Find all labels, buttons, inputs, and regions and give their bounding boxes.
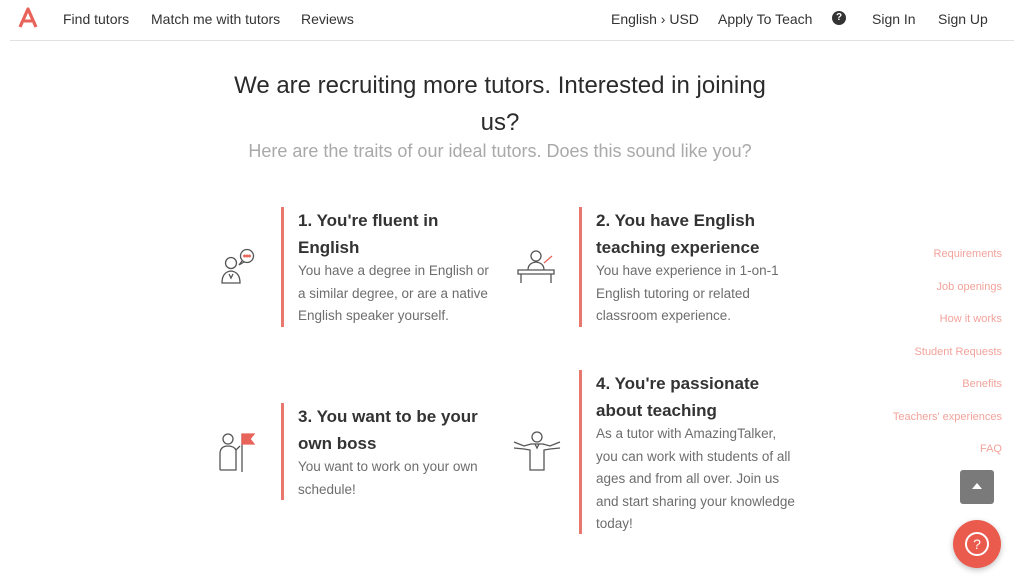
page-subtitle: Here are the traits of our ideal tutors.… bbox=[248, 141, 752, 161]
sign-up-link[interactable]: Sign Up bbox=[938, 11, 988, 27]
nav-find-tutors[interactable]: Find tutors bbox=[63, 11, 129, 27]
trait-accent-bar bbox=[579, 207, 582, 327]
trait-description: You want to work on your own schedule! bbox=[298, 459, 478, 497]
page-title-text: We are recruiting more tutors. Intereste… bbox=[234, 72, 766, 136]
teacher-desk-icon bbox=[517, 250, 555, 283]
side-nav-job-openings[interactable]: Job openings bbox=[937, 281, 1002, 293]
side-nav-benefits[interactable]: Benefits bbox=[962, 378, 1002, 390]
open-arms-person-icon bbox=[513, 431, 561, 471]
trait-accent-bar bbox=[281, 207, 284, 327]
trait-accent-bar bbox=[281, 403, 284, 500]
trait-card-3: 3. You want to be your own boss You want… bbox=[281, 403, 501, 500]
trait-description: You have experience in 1-on-1 English tu… bbox=[596, 263, 779, 323]
trait-card-4: 4. You're passionate about teaching As a… bbox=[579, 370, 809, 534]
trait-description: You have a degree in English or a simila… bbox=[298, 263, 489, 323]
speech-person-icon bbox=[221, 248, 255, 284]
trait-title: 2. You have English teaching experience bbox=[596, 211, 760, 257]
trait-title: 3. You want to be your own boss bbox=[298, 407, 478, 453]
page-title: We are recruiting more tutors. Intereste… bbox=[0, 67, 1000, 141]
side-nav-requirements[interactable]: Requirements bbox=[934, 248, 1002, 260]
top-nav: Find tutors Match me with tutors Reviews… bbox=[10, 0, 1014, 41]
nav-reviews[interactable]: Reviews bbox=[301, 11, 354, 27]
sign-in-link[interactable]: Sign In bbox=[872, 11, 916, 27]
side-nav-faq[interactable]: FAQ bbox=[980, 443, 1002, 455]
question-icon: ? bbox=[965, 532, 989, 556]
nav-match-me[interactable]: Match me with tutors bbox=[151, 11, 280, 27]
side-nav-student-requests[interactable]: Student Requests bbox=[915, 346, 1002, 358]
apply-to-teach-link[interactable]: Apply To Teach bbox=[718, 11, 812, 27]
side-nav-how-it-works[interactable]: How it works bbox=[940, 313, 1002, 325]
trait-description: As a tutor with AmazingTalker, you can w… bbox=[596, 426, 795, 531]
trait-title: 4. You're passionate about teaching bbox=[596, 374, 760, 420]
flag-person-icon bbox=[219, 433, 256, 472]
help-chat-button[interactable]: ? bbox=[953, 520, 1001, 568]
trait-card-2: 2. You have English teaching experience … bbox=[579, 207, 809, 327]
scroll-to-top-button[interactable] bbox=[960, 470, 994, 504]
trait-accent-bar bbox=[579, 370, 582, 534]
amazingtalker-logo-icon[interactable] bbox=[17, 7, 39, 29]
side-nav-teachers-experiences[interactable]: Teachers' experiences bbox=[893, 411, 1002, 423]
trait-card-1: 1. You're fluent in English You have a d… bbox=[281, 207, 501, 327]
trait-title: 1. You're fluent in English bbox=[298, 211, 439, 257]
locale-currency-selector[interactable]: English › USD bbox=[611, 11, 699, 27]
help-icon[interactable]: ? bbox=[832, 11, 846, 25]
